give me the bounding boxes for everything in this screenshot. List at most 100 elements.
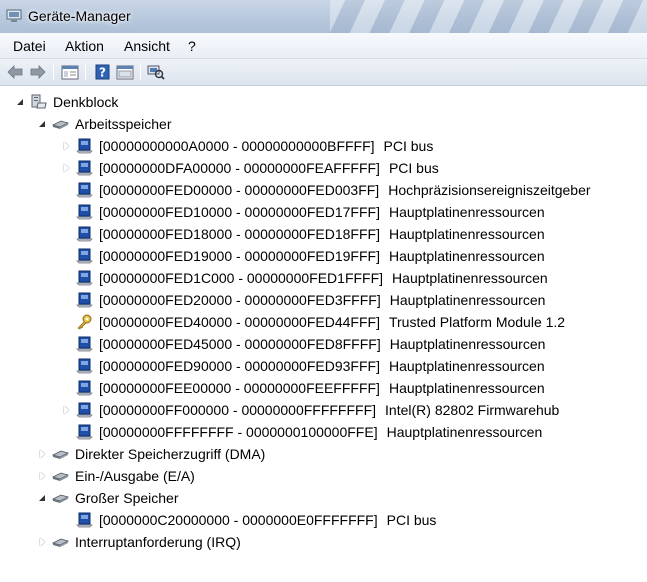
memory-resource-row[interactable]: [00000000FED45000 - 00000000FED8FFFF] Ha… — [62, 333, 545, 355]
collapse-toggle[interactable] — [16, 97, 26, 107]
memory-resource-row[interactable]: [00000000000A0000 - 00000000000BFFFF] PC… — [62, 135, 433, 157]
system-device-icon — [76, 270, 93, 286]
computer-icon — [31, 94, 47, 109]
device-name: Hauptplatinenressourcen — [388, 358, 545, 374]
category-irq[interactable]: Interruptanforderung (IRQ) — [38, 531, 241, 553]
memory-range: [00000000FED10000 - 00000000FED17FFF] — [99, 204, 380, 220]
system-device-icon — [76, 248, 93, 264]
memory-chip-icon — [52, 120, 69, 129]
toolbar: ? — [0, 59, 647, 86]
category-label: Interruptanforderung (IRQ) — [75, 534, 241, 550]
back-arrow-icon — [7, 65, 23, 79]
properties-icon — [116, 65, 134, 79]
category-io[interactable]: Ein-/Ausgabe (E/A) — [38, 465, 195, 487]
memory-range: [00000000FED19000 - 00000000FED19FFF] — [99, 248, 380, 264]
memory-resource-row[interactable]: [00000000FED20000 - 00000000FED3FFFF] Ha… — [62, 289, 545, 311]
large-memory-resource-row[interactable]: [0000000C20000000 - 0000000E0FFFFFFF] PC… — [62, 509, 436, 531]
menu-file[interactable]: Datei — [13, 38, 46, 54]
menu-view[interactable]: Ansicht — [124, 38, 170, 54]
device-name: Intel(R) 82802 Firmwarehub — [385, 402, 560, 418]
device-name: Hauptplatinenressourcen — [388, 248, 545, 264]
security-key-icon — [77, 314, 92, 330]
back-button[interactable] — [5, 63, 25, 81]
device-name: Hauptplatinenressourcen — [388, 226, 545, 242]
device-name: Hauptplatinenressourcen — [388, 380, 545, 396]
memory-resource-row[interactable]: [00000000FED18000 - 00000000FED18FFF] Ha… — [62, 223, 545, 245]
memory-range: [00000000FED45000 - 00000000FED8FFFF] — [99, 336, 381, 352]
category-label: Ein-/Ausgabe (E/A) — [75, 468, 195, 484]
device-tree: Denkblock Arbeitsspeicher [00000000000A0… — [0, 87, 647, 582]
category-arbeitsspeicher[interactable]: Arbeitsspeicher — [38, 113, 172, 135]
memory-resource-row[interactable]: [00000000FED40000 - 00000000FED44FFF] Tr… — [62, 311, 565, 333]
pci-device-icon — [76, 160, 93, 176]
memory-resource-row[interactable]: [00000000FED00000 - 00000000FED003FF] Ho… — [62, 179, 591, 201]
expand-toggle[interactable] — [38, 537, 48, 547]
window-title: Geräte-Manager — [28, 8, 131, 24]
device-name: Hauptplatinenressourcen — [389, 292, 546, 308]
device-manager-app-icon — [6, 9, 22, 22]
menu-action[interactable]: Aktion — [65, 38, 104, 54]
device-name: Hauptplatinenressourcen — [386, 424, 543, 440]
memory-chip-icon — [52, 450, 69, 459]
memory-range: [00000000000A0000 - 00000000000BFFFF] — [99, 138, 375, 154]
collapse-toggle[interactable] — [38, 493, 48, 503]
system-device-icon — [76, 204, 93, 220]
memory-chip-icon — [52, 494, 69, 503]
device-name: Hauptplatinenressourcen — [388, 204, 545, 220]
title-bar: Geräte-Manager — [0, 0, 647, 33]
device-name: Trusted Platform Module 1.2 — [388, 314, 566, 330]
forward-arrow-icon — [30, 65, 46, 79]
forward-button[interactable] — [28, 63, 48, 81]
memory-resource-row[interactable]: [00000000FED10000 - 00000000FED17FFF] Ha… — [62, 201, 545, 223]
memory-range: [00000000FFFFFFFF - 0000000100000FFE] — [99, 424, 378, 440]
expand-toggle[interactable] — [38, 449, 48, 459]
memory-range: [00000000FED1C000 - 00000000FED1FFFF] — [99, 270, 384, 286]
properties-button[interactable] — [115, 63, 135, 81]
title-bar-decoration — [330, 0, 647, 33]
pci-device-icon — [76, 138, 93, 154]
memory-resource-row[interactable]: [00000000FED1C000 - 00000000FED1FFFF] Ha… — [62, 267, 548, 289]
system-device-icon — [76, 336, 93, 352]
toolbar-separator — [85, 64, 86, 80]
help-button[interactable]: ? — [92, 63, 112, 81]
expand-toggle[interactable] — [62, 405, 72, 415]
memory-range: [0000000C20000000 - 0000000E0FFFFFFF] — [99, 512, 378, 528]
system-device-icon — [76, 292, 93, 308]
category-dma[interactable]: Direkter Speicherzugriff (DMA) — [38, 443, 265, 465]
memory-resource-row[interactable]: [00000000DFA00000 - 00000000FEAFFFFF] PC… — [62, 157, 439, 179]
toolbar-separator — [140, 64, 141, 80]
memory-range: [00000000FED18000 - 00000000FED18FFF] — [99, 226, 380, 242]
system-device-icon — [76, 358, 93, 374]
tree-root-label: Denkblock — [53, 94, 119, 110]
scan-hardware-button[interactable] — [146, 63, 166, 81]
device-name: PCI bus — [383, 138, 434, 154]
show-hide-tree-button[interactable] — [60, 63, 80, 81]
menu-bar: Datei Aktion Ansicht ? — [0, 33, 647, 59]
memory-chip-icon — [52, 538, 69, 547]
system-device-icon — [76, 226, 93, 242]
memory-resource-row[interactable]: [00000000FEE00000 - 00000000FEEFFFFF] Ha… — [62, 377, 545, 399]
system-device-icon — [76, 424, 93, 440]
device-name: PCI bus — [388, 160, 439, 176]
category-label: Direkter Speicherzugriff (DMA) — [75, 446, 266, 462]
expand-toggle[interactable] — [38, 471, 48, 481]
memory-resource-row[interactable]: [00000000FED90000 - 00000000FED93FFF] Ha… — [62, 355, 545, 377]
memory-resource-row[interactable]: [00000000FF000000 - 00000000FFFFFFFF] In… — [62, 399, 559, 421]
scan-hardware-icon — [147, 65, 165, 80]
expand-toggle[interactable] — [62, 163, 72, 173]
category-large-memory[interactable]: Großer Speicher — [38, 487, 178, 509]
memory-range: [00000000FED00000 - 00000000FED003FF] — [99, 182, 380, 198]
collapse-toggle[interactable] — [38, 119, 48, 129]
device-name: PCI bus — [386, 512, 437, 528]
device-name: Hauptplatinenressourcen — [389, 336, 546, 352]
memory-range: [00000000FED90000 - 00000000FED93FFF] — [99, 358, 380, 374]
memory-resource-row[interactable]: [00000000FFFFFFFF - 0000000100000FFE] Ha… — [62, 421, 542, 443]
memory-range: [00000000FED40000 - 00000000FED44FFF] — [99, 314, 380, 330]
memory-chip-icon — [52, 472, 69, 481]
tree-root-denkblock[interactable]: Denkblock — [16, 91, 118, 113]
menu-help[interactable]: ? — [188, 38, 196, 54]
show-hide-console-tree-icon — [61, 65, 79, 79]
memory-resource-row[interactable]: [00000000FED19000 - 00000000FED19FFF] Ha… — [62, 245, 545, 267]
help-icon: ? — [95, 64, 109, 80]
expand-toggle[interactable] — [62, 141, 72, 151]
